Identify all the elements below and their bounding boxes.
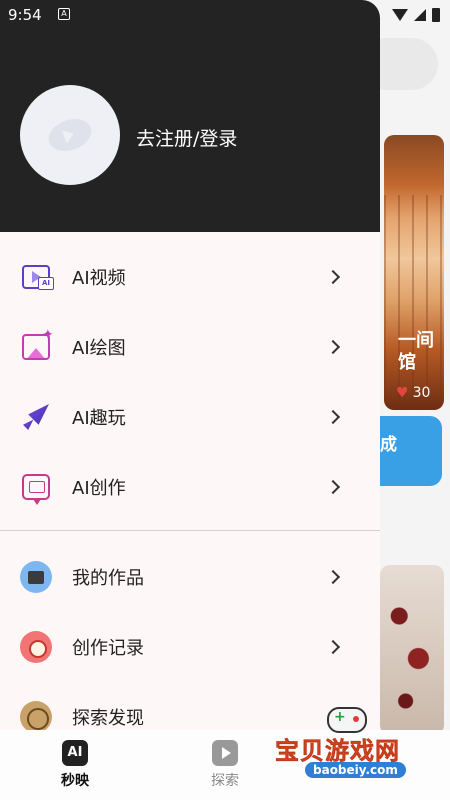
card-title: 一间 馆 — [398, 330, 434, 373]
card-pattern — [384, 195, 444, 410]
nav-tab-explore[interactable]: 探索 — [195, 740, 255, 790]
menu-item-ai-drawing[interactable]: ✦ AI绘图 — [0, 312, 380, 382]
like-count: 30 — [412, 385, 431, 401]
menu-item-create-record[interactable]: 创作记录 — [0, 612, 380, 682]
card-likes: ♥ 30 — [396, 385, 430, 401]
divider — [0, 530, 380, 531]
ai-app-icon: AI — [62, 740, 88, 766]
watermark-title: 宝贝游戏网 — [275, 737, 400, 766]
menu-item-label: AI绘图 — [72, 338, 126, 359]
ai-drawing-icon: ✦ — [20, 327, 54, 363]
menu-item-label: AI趣玩 — [72, 408, 126, 429]
chevron-right-icon — [325, 569, 341, 585]
chevron-right-icon — [325, 639, 341, 655]
compass-icon — [20, 701, 52, 730]
background-card: 一间 馆 ♥ 30 — [384, 135, 444, 410]
menu-item-label: AI视频 — [72, 268, 126, 289]
status-time: 9:54 — [8, 6, 42, 24]
record-icon — [20, 631, 52, 663]
drawer-header: 去注册/登录 — [0, 0, 380, 232]
menu-item-ai-fun[interactable]: AI趣玩 — [0, 382, 380, 452]
watermark-url: baobeiy.com — [305, 762, 406, 778]
wifi-icon — [392, 9, 408, 21]
chevron-right-icon — [325, 409, 341, 425]
chevron-right-icon — [325, 269, 341, 285]
heart-icon: ♥ — [396, 385, 409, 401]
avatar[interactable] — [20, 85, 120, 185]
chevron-right-icon — [325, 339, 341, 355]
menu-item-ai-video[interactable]: AI AI视频 — [0, 242, 380, 312]
watermark: 宝贝游戏网 baobeiy.com — [275, 705, 450, 785]
login-link[interactable]: 去注册/登录 — [136, 124, 237, 151]
notification-icon: A — [58, 8, 70, 20]
status-bar: 9:54 A — [0, 0, 450, 32]
nav-tab-label: 探索 — [211, 773, 239, 789]
menu-item-label: 我的作品 — [72, 568, 144, 589]
menu-item-label: AI创作 — [72, 478, 126, 499]
battery-icon — [432, 8, 440, 22]
nav-tab-miaoying[interactable]: AI 秒映 — [45, 740, 105, 790]
menu-item-label: 探索发现 — [72, 708, 144, 729]
menu-item-ai-create[interactable]: AI创作 — [0, 452, 380, 522]
app-logo-icon — [44, 113, 96, 157]
status-icons — [392, 8, 440, 22]
menu-item-my-works[interactable]: 我的作品 — [0, 542, 380, 612]
play-icon — [212, 740, 238, 766]
nav-tab-label: 秒映 — [61, 773, 89, 789]
briefcase-icon — [20, 561, 52, 593]
gamepad-icon — [327, 707, 367, 733]
menu-item-label: 创作记录 — [72, 638, 144, 659]
signal-icon — [414, 9, 426, 21]
ai-create-icon — [20, 471, 52, 505]
rocket-icon — [20, 401, 52, 433]
navigation-drawer: 去注册/登录 AI AI视频 ✦ AI绘图 AI趣玩 AI创作 我的作品 创作记… — [0, 0, 380, 730]
ai-video-icon: AI — [20, 261, 54, 293]
chevron-right-icon — [325, 479, 341, 495]
